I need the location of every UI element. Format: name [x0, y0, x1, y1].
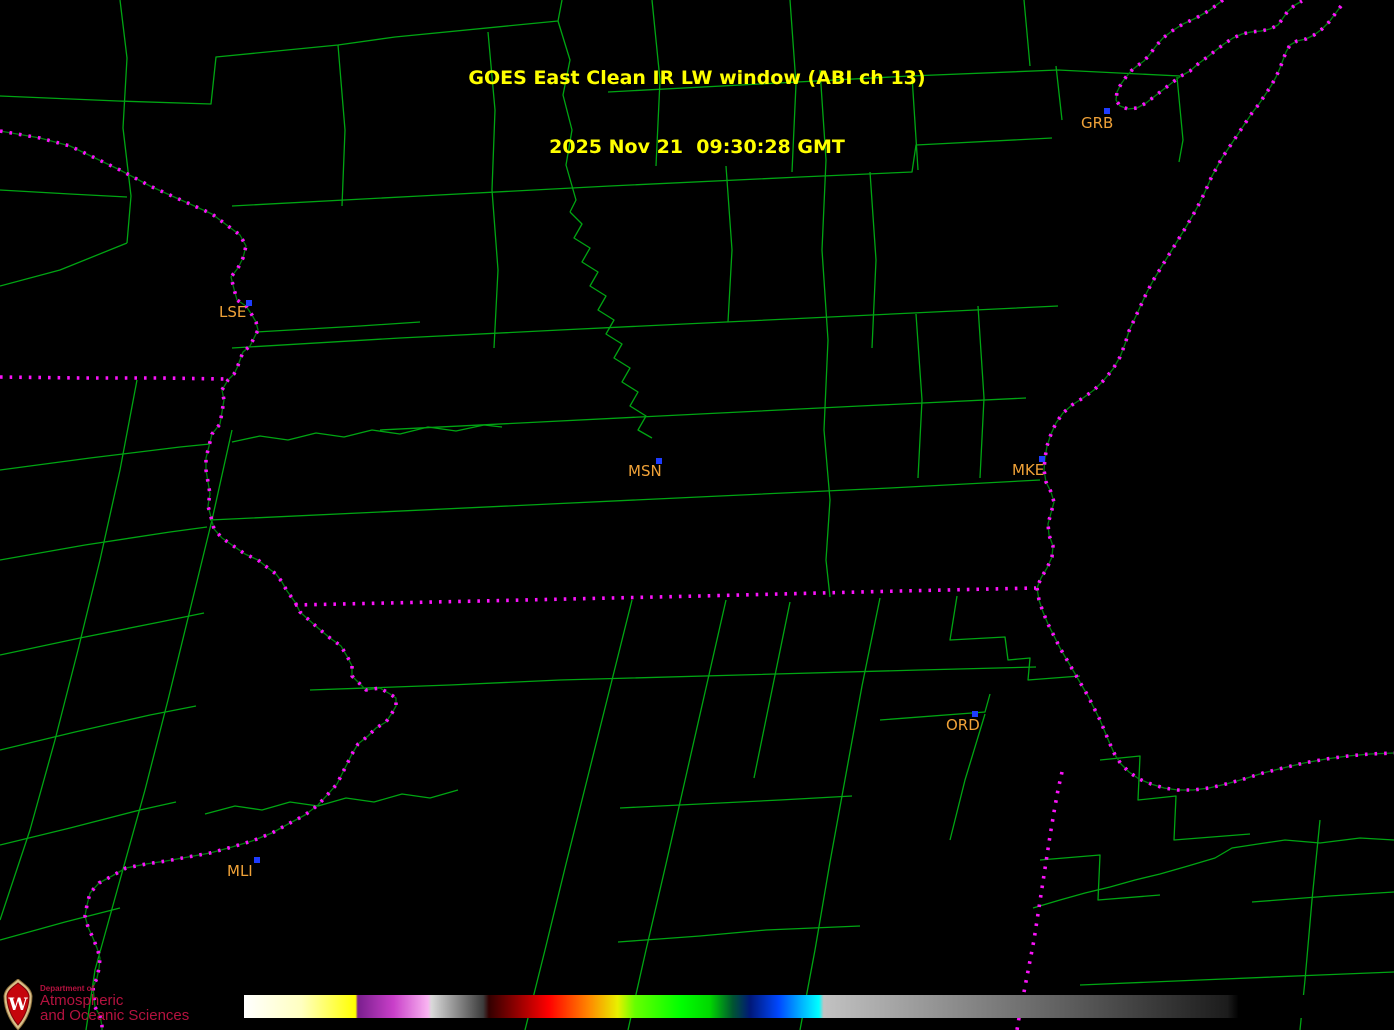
- title-line-1: GOES East Clean IR LW window (ABI ch 13): [0, 67, 1394, 90]
- logo-line-2: and Oceanic Sciences: [40, 1008, 189, 1023]
- title-line-2: 2025 Nov 21 09:30:28 GMT: [0, 136, 1394, 159]
- station-label-mli: MLI: [227, 863, 253, 879]
- uw-crest-icon: W: [3, 979, 33, 1030]
- station-label-mke: MKE: [1012, 462, 1044, 478]
- station-label-msn: MSN: [628, 463, 662, 479]
- aos-logo: W Department of Atmospheric and Oceanic …: [3, 979, 343, 1030]
- station-marker-mli: [254, 857, 260, 863]
- logo-line-1: Atmospheric: [40, 993, 189, 1008]
- aos-logo-text: Department of Atmospheric and Oceanic Sc…: [40, 985, 189, 1023]
- ir-colorbar: [244, 995, 1394, 1018]
- uw-monogram: W: [7, 995, 28, 1015]
- station-label-ord: ORD: [946, 717, 980, 733]
- ir-colorbar-gradient: [244, 995, 1394, 1018]
- image-title: GOES East Clean IR LW window (ABI ch 13)…: [0, 21, 1394, 205]
- satellite-image-viewport: GRB LSE MSN MKE ORD MLI GOES East Clean …: [0, 0, 1394, 1030]
- station-marker-lse: [246, 300, 252, 306]
- station-label-lse: LSE: [219, 304, 246, 320]
